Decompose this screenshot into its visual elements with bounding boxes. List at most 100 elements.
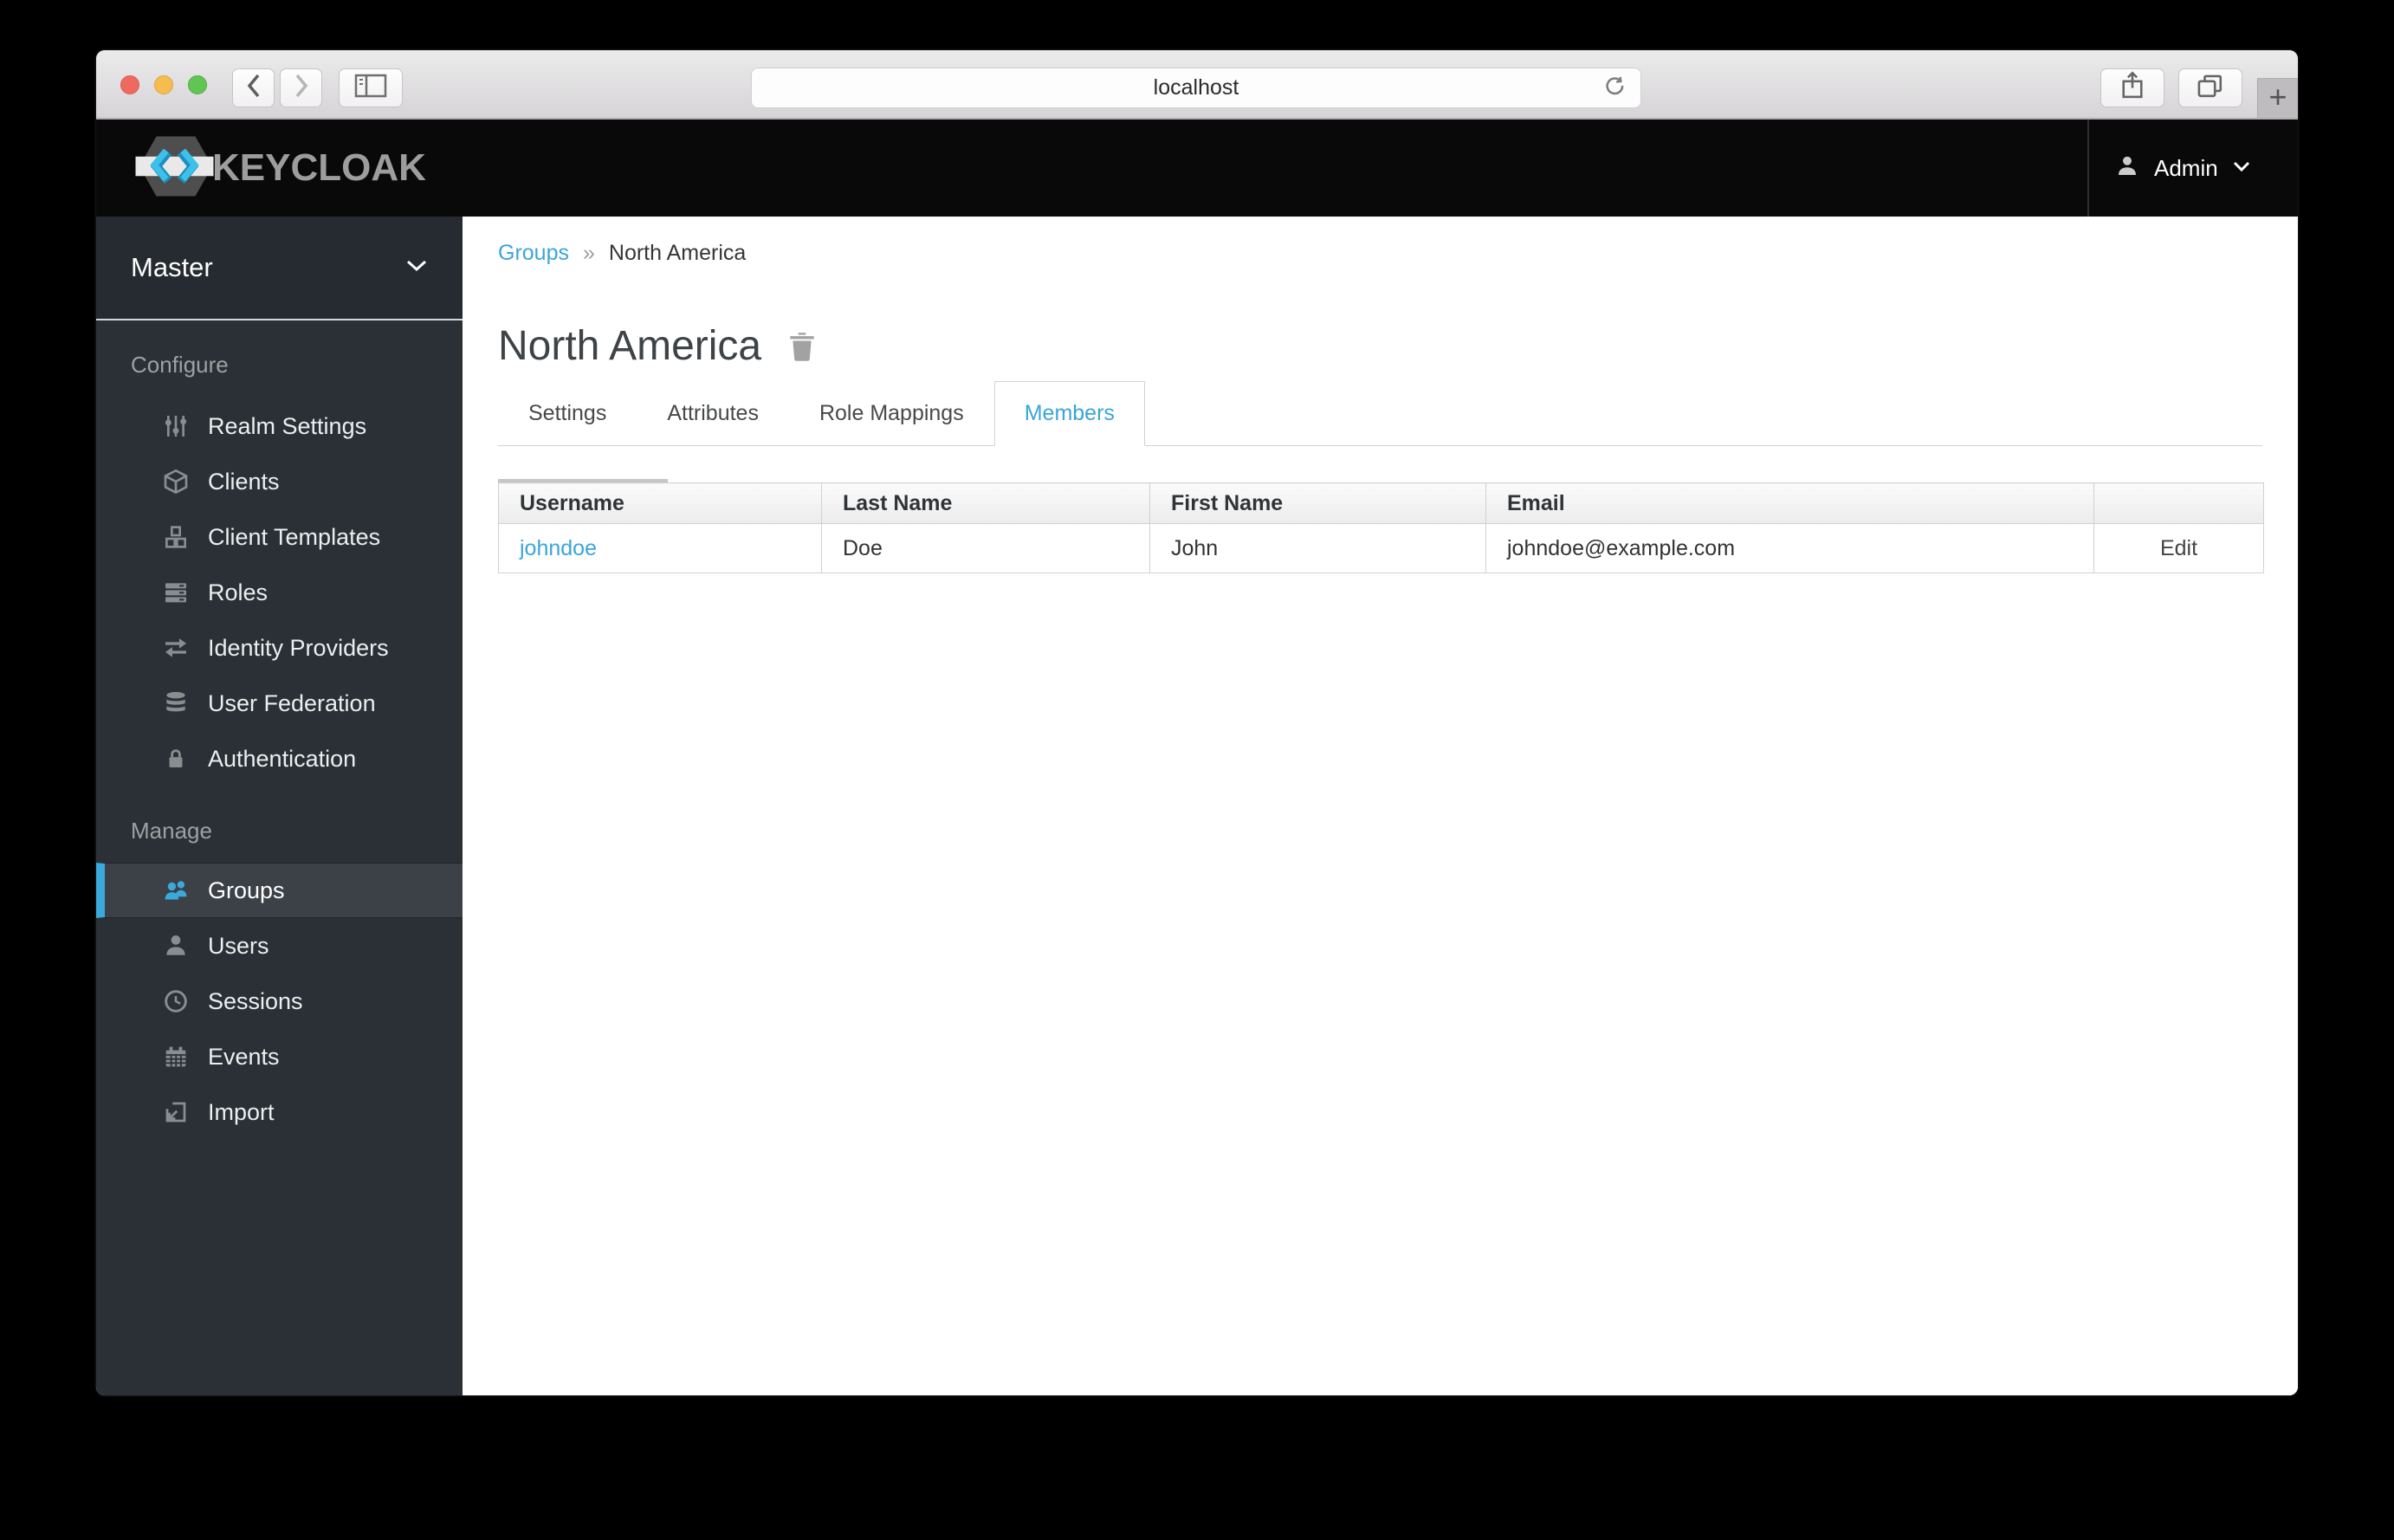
sidebar-item-users[interactable]: Users [96,918,463,974]
breadcrumb-separator: » [582,240,595,265]
reload-icon[interactable] [1602,75,1628,106]
sidebar-item-realm-settings[interactable]: Realm Settings [96,398,463,454]
column-first-name[interactable]: First Name [1149,482,1486,524]
manage-items: Groups Users Sessions Events Import [96,863,463,1140]
column-email[interactable]: Email [1485,482,2094,524]
app-header: KEYCLOAK Admin [96,120,2298,217]
sidebar-item-label: Import [208,1098,275,1125]
configure-items: Realm Settings Clients Client Templates … [96,398,463,786]
keycloak-hexagon-icon [134,133,217,204]
sidebar-item-client-templates[interactable]: Client Templates [96,509,463,565]
chevron-down-icon [2232,160,2251,177]
realm-name: Master [131,252,213,282]
trash-icon [787,328,817,364]
user-icon [160,932,191,960]
sidebar-item-user-federation[interactable]: User Federation [96,676,463,731]
column-last-name[interactable]: Last Name [821,482,1150,524]
chevron-right-icon [292,72,311,104]
database-icon [160,689,191,717]
table-row: johndoe Doe John johndoe@example.com Edi… [498,523,2264,573]
user-icon [2114,153,2140,184]
breadcrumb-groups-link[interactable]: Groups [498,241,569,266]
column-username[interactable]: Username [498,482,822,524]
cell-action: Edit [2093,523,2264,573]
keycloak-logo: KEYCLOAK [134,133,426,204]
tab-overview-button[interactable] [2178,68,2242,107]
sort-indicator [498,479,668,482]
sidebar-item-label: Authentication [208,745,357,772]
sidebar-item-label: Clients [208,468,280,495]
sidebar-item-identity-providers[interactable]: Identity Providers [96,620,463,676]
browser-toolbar: localhost + [96,50,2298,120]
sliders-icon [160,412,191,440]
sidebar-item-roles[interactable]: Roles [96,565,463,620]
sidebar-item-sessions[interactable]: Sessions [96,974,463,1029]
sidebar-item-label: Sessions [208,987,303,1014]
user-menu-label: Admin [2154,154,2218,181]
tab-settings[interactable]: Settings [498,381,637,446]
tab-members[interactable]: Members [993,381,1145,446]
sidebar-item-events[interactable]: Events [96,1029,463,1084]
sidebar-section-configure: Configure [131,352,229,378]
clock-icon [160,987,191,1015]
minimize-window-button[interactable] [154,75,173,94]
new-tab-button[interactable]: + [2257,78,2298,118]
exchange-arrows-icon [160,634,191,662]
members-table-wrap: Username Last Name First Name Email john… [498,479,2264,573]
main-content: Groups » North America North America Set… [463,217,2298,1395]
header-divider [2087,120,2089,217]
share-button[interactable] [2100,68,2164,107]
import-icon [160,1099,191,1125]
sidebar-item-authentication[interactable]: Authentication [96,731,463,786]
sidebar-item-label: Users [208,932,269,959]
desktop-background: localhost + KEYCLOAK Admin Master Config… [0,0,2394,1540]
sidebar: Master Configure Realm Settings Clients … [96,217,463,1395]
sidebar-item-label: Realm Settings [208,412,367,439]
sidebar-item-clients[interactable]: Clients [96,454,463,509]
zoom-window-button[interactable] [188,75,207,94]
url-text: localhost [1153,75,1239,100]
cubes-icon [160,523,191,551]
edit-button[interactable]: Edit [2115,524,2242,573]
cell-last-name: Doe [821,523,1150,573]
sidebar-item-label: User Federation [208,689,376,716]
sidebar-item-import[interactable]: Import [96,1084,463,1140]
sidebar-item-groups[interactable]: Groups [96,863,463,918]
list-bars-icon [160,579,191,606]
calendar-icon [160,1043,191,1071]
cell-first-name: John [1149,523,1486,573]
group-tabs: Settings Attributes Role Mappings Member… [498,381,2262,446]
cell-email: johndoe@example.com [1485,523,2094,573]
column-actions [2093,482,2264,524]
address-bar[interactable]: localhost [751,68,1641,108]
user-menu-dropdown[interactable]: Admin [2114,120,2251,217]
cell-username: johndoe [498,523,822,573]
window-controls [120,75,207,94]
tabs-overview-icon [2196,72,2225,104]
sidebar-item-label: Events [208,1043,280,1070]
tab-role-mappings[interactable]: Role Mappings [789,381,994,446]
realm-selector[interactable]: Master [96,217,463,320]
chevron-left-icon [244,72,263,104]
close-window-button[interactable] [120,75,139,94]
page-title: North America [498,322,762,369]
browser-window: localhost + KEYCLOAK Admin Master Config… [96,50,2298,1395]
share-icon [2119,70,2146,106]
breadcrumb-current: North America [608,240,747,265]
sidebar-panel-icon [353,72,388,104]
members-table: Username Last Name First Name Email john… [498,482,2264,573]
lock-icon [160,746,191,772]
sidebar-item-label: Groups [208,877,285,903]
sidebar-section-manage: Manage [131,818,212,844]
tab-attributes[interactable]: Attributes [637,381,789,446]
page-title-row: North America [498,320,2262,371]
chevron-down-icon [405,259,428,277]
sidebar-toggle-button[interactable] [339,68,403,107]
browser-back-button[interactable] [232,68,275,107]
browser-forward-button[interactable] [280,68,322,107]
users-group-icon [160,877,191,904]
delete-group-button[interactable] [787,328,817,364]
username-link[interactable]: johndoe [520,536,597,560]
brand-wordmark: KEYCLOAK [212,146,426,189]
breadcrumb: Groups » North America [498,239,2262,267]
